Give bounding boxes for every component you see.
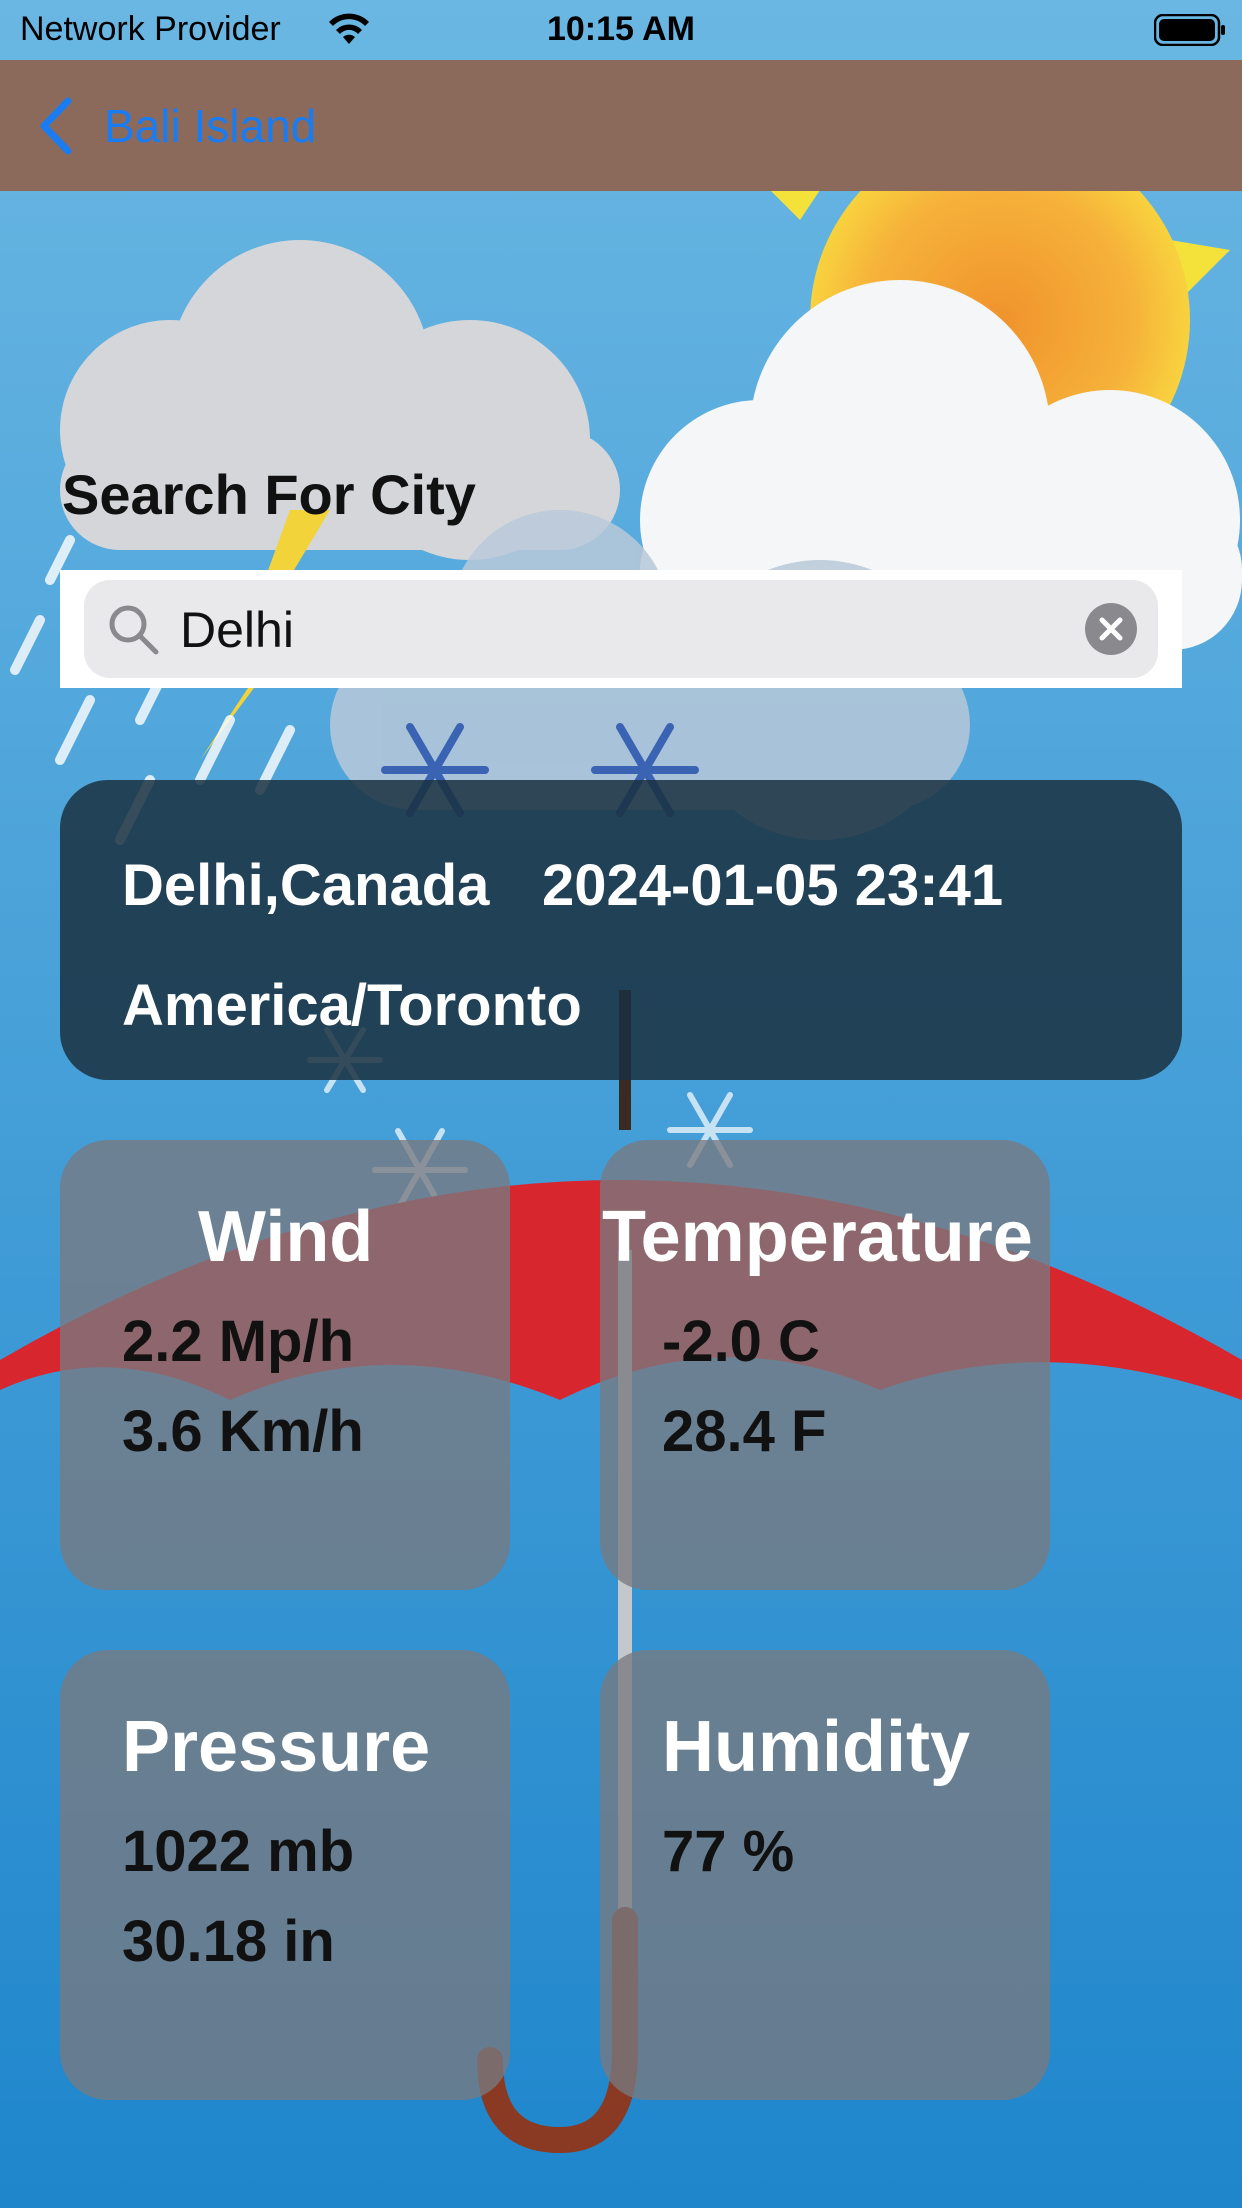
navigation-bar: Bali Island [0,60,1242,191]
pressure-title: Pressure [122,1707,431,1787]
search-field[interactable] [84,580,1158,678]
humidity-percent: 77 % [662,1819,795,1884]
back-button[interactable]: Bali Island [38,96,316,156]
search-title: Search For City [62,463,476,526]
humidity-title: Humidity [662,1707,971,1787]
temperature-title: Temperature [602,1197,1033,1277]
temperature-celsius: -2.0 C [662,1309,820,1374]
pressure-tile: Pressure 1022 mb 30.18 in [60,1650,510,2100]
search-bar [60,570,1182,688]
search-icon [109,605,159,655]
clock: 10:15 AM [546,10,696,48]
location-card: Delhi,Canada 2024-01-05 23:41 America/To… [60,780,1182,1080]
wind-mph: 2.2 Mp/h [122,1309,355,1374]
temperature-fahrenheit: 28.4 F [662,1399,827,1464]
temperature-tile: Temperature -2.0 C 28.4 F [600,1140,1050,1590]
wind-tile: Wind 2.2 Mp/h 3.6 Km/h [60,1140,510,1590]
wind-kmh: 3.6 Km/h [122,1399,364,1464]
battery-icon [1154,14,1225,46]
back-button-label: Bali Island [104,100,317,152]
city-name: Delhi,Canada [122,853,490,918]
wind-title: Wind [198,1197,374,1277]
humidity-tile: Humidity 77 % [600,1650,1050,2100]
status-bar: Network Provider 10:15 AM [0,0,1242,60]
pressure-mb: 1022 mb [122,1819,355,1884]
search-input[interactable] [178,594,1062,666]
local-datetime: 2024-01-05 23:41 [542,853,1004,918]
chevron-left-icon [40,97,72,155]
timezone: America/Toronto [122,973,582,1038]
clear-circle-icon[interactable] [1084,602,1138,656]
pressure-inches: 30.18 in [122,1909,335,1974]
